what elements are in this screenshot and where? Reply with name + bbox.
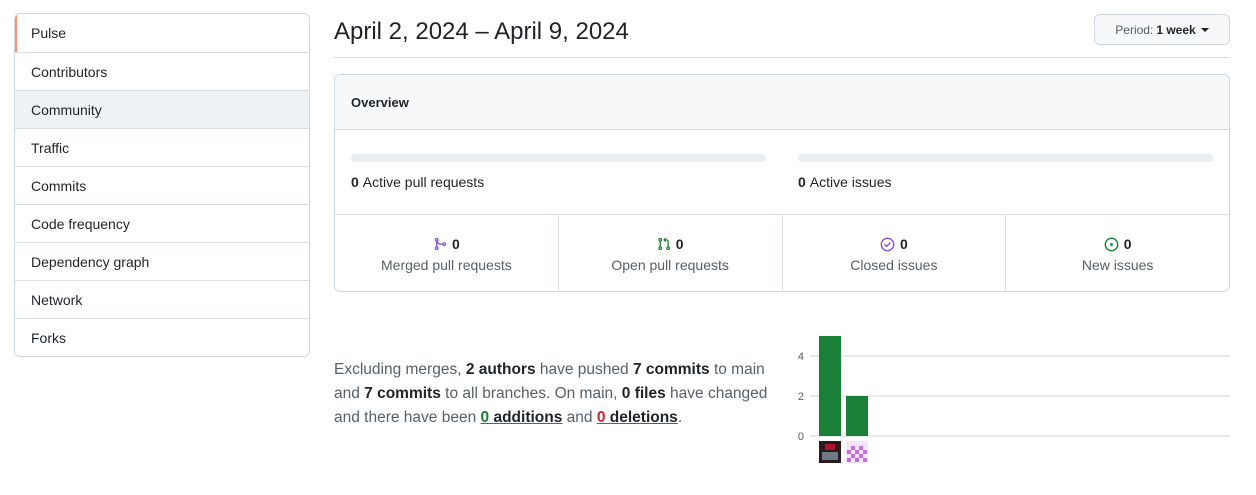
issues-progress-bar <box>798 154 1213 162</box>
author-avatar[interactable] <box>819 441 841 463</box>
summary-authors: 2 authors <box>465 361 536 378</box>
stat-closed-issues[interactable]: 0 Closed issues <box>781 215 1006 291</box>
pull-requests-progress-bar <box>351 154 766 162</box>
closed-issues-label: Closed issues <box>850 257 938 273</box>
active-pull-requests-count: 0 <box>351 174 359 190</box>
caret-down-icon <box>1200 28 1209 32</box>
active-issues[interactable]: 0 Active issues <box>798 174 892 190</box>
sidebar-item-traffic[interactable]: Traffic <box>15 128 309 166</box>
git-pull-request-icon <box>658 237 670 251</box>
summary-text: . <box>677 409 683 426</box>
period-dropdown-button[interactable]: Period: 1 week <box>1094 14 1230 45</box>
y-tick-label: 4 <box>798 351 804 363</box>
additions-label: additions <box>493 409 563 426</box>
summary-files: 0 files <box>621 385 666 402</box>
merged-pull-requests-count: 0 <box>451 236 460 252</box>
sidebar-item-forks[interactable]: Forks <box>15 318 309 356</box>
commit-bar[interactable] <box>819 336 841 436</box>
overview-panel: Overview 0 Active pull requests 0 Active i… <box>334 74 1230 292</box>
y-tick-label: 2 <box>798 391 804 403</box>
new-issues-count: 0 <box>1123 236 1132 252</box>
additions-count: 0 <box>480 409 490 426</box>
period-label: Period: <box>1115 22 1154 37</box>
commits-by-author-chart: 0 2 4 <box>798 336 1230 463</box>
active-issues-count: 0 <box>798 174 806 190</box>
open-pull-requests-count: 0 <box>675 236 684 252</box>
overview-title: Overview <box>335 75 1229 130</box>
deletions-label: deletions <box>609 409 678 426</box>
insights-sidebar: Pulse Contributors Community Traffic Com… <box>14 13 310 357</box>
period-value: 1 week <box>1156 22 1196 37</box>
stat-new-issues[interactable]: 0 New issues <box>1005 215 1229 291</box>
y-tick-label: 0 <box>798 431 804 443</box>
commit-summary: Excluding merges, 2 authors have pushed … <box>334 358 780 430</box>
sidebar-item-contributors[interactable]: Contributors <box>15 52 309 90</box>
new-issues-label: New issues <box>1081 257 1154 273</box>
page-title: April 2, 2024 – April 9, 2024 <box>334 18 629 45</box>
sidebar-item-commits[interactable]: Commits <box>15 166 309 204</box>
stat-open-pull-requests[interactable]: 0 Open pull requests <box>557 215 782 291</box>
summary-text: and <box>562 409 597 426</box>
closed-issues-count: 0 <box>899 236 908 252</box>
overview-stats-row: 0 Merged pull requests 0 Open pull reque… <box>335 215 1229 291</box>
active-pull-requests[interactable]: 0 Active pull requests <box>351 174 484 190</box>
commit-bar[interactable] <box>846 396 868 436</box>
issue-opened-icon <box>1104 237 1119 251</box>
issue-closed-icon <box>880 237 895 251</box>
deletions-link[interactable]: 0 deletions <box>597 409 678 426</box>
deletions-count: 0 <box>596 409 606 426</box>
additions-link[interactable]: 0 additions <box>481 409 563 426</box>
sidebar-item-community[interactable]: Community <box>15 90 309 128</box>
sidebar-item-dependency-graph[interactable]: Dependency graph <box>15 242 309 280</box>
git-merge-icon <box>434 237 447 251</box>
active-issues-label: Active issues <box>809 174 892 190</box>
sidebar-item-network[interactable]: Network <box>15 280 309 318</box>
summary-text: Excluding merges, <box>334 361 466 378</box>
merged-pull-requests-label: Merged pull requests <box>381 257 512 273</box>
summary-text: have pushed <box>535 361 633 378</box>
summary-text: to all branches. On main, <box>440 385 622 402</box>
open-pull-requests-label: Open pull requests <box>611 257 729 273</box>
summary-commits-main: 7 commits <box>632 361 710 378</box>
active-pull-requests-label: Active pull requests <box>362 174 485 190</box>
sidebar-item-pulse[interactable]: Pulse <box>15 14 309 52</box>
stat-merged-pull-requests[interactable]: 0 Merged pull requests <box>335 215 558 291</box>
header-divider <box>334 57 1230 58</box>
sidebar-item-code-frequency[interactable]: Code frequency <box>15 204 309 242</box>
summary-commits-all: 7 commits <box>364 385 441 402</box>
overview-progress-row: 0 Active pull requests 0 Active issues <box>335 130 1229 215</box>
author-avatar[interactable] <box>846 441 868 463</box>
